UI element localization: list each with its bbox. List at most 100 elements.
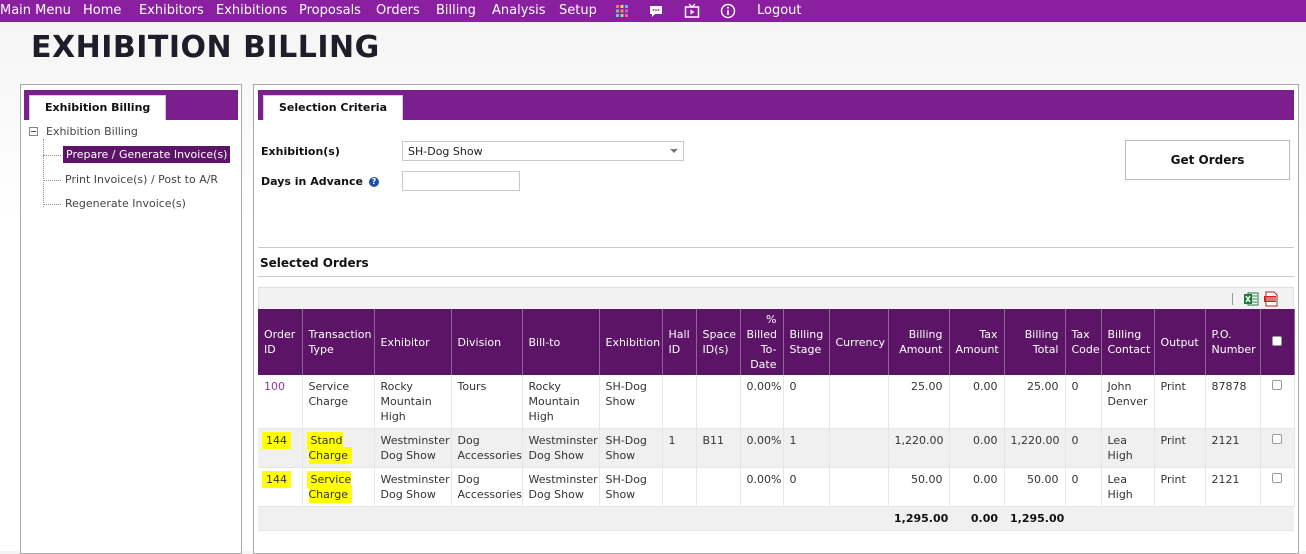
cell-order-id[interactable]: 144 xyxy=(258,467,303,507)
cell-billing-stage: 0 xyxy=(783,467,830,507)
cell-billing-stage: 0 xyxy=(783,375,830,429)
cell-hall-id xyxy=(662,375,697,429)
col-tax-code[interactable]: Tax Code xyxy=(1065,309,1102,375)
cell-output: Print xyxy=(1154,467,1206,507)
col-output[interactable]: Output xyxy=(1154,309,1206,375)
cell-division: Dog Accessories xyxy=(451,428,523,468)
col-billed-to-date[interactable]: % Billed To-Date xyxy=(740,309,784,375)
total-tax-amount: 0.00 xyxy=(949,506,1004,531)
chevron-down-icon xyxy=(670,149,678,153)
cell-select[interactable] xyxy=(1260,428,1295,468)
col-transaction-type[interactable]: Transaction Type xyxy=(302,309,375,375)
cell-output: Print xyxy=(1154,375,1206,429)
export-pdf-icon[interactable] xyxy=(1263,291,1279,307)
cell-select[interactable] xyxy=(1260,467,1295,507)
order-id-highlighted[interactable]: 144 xyxy=(264,434,289,447)
cell-currency xyxy=(829,467,889,507)
tree-item-prepare-generate[interactable]: Prepare / Generate Invoice(s) xyxy=(42,146,231,163)
cell-currency xyxy=(829,428,889,468)
row-checkbox[interactable] xyxy=(1272,473,1282,483)
row-checkbox[interactable] xyxy=(1272,380,1282,390)
col-division[interactable]: Division xyxy=(451,309,523,375)
cell-exhibition: SH-Dog Show xyxy=(599,428,663,468)
video-tutorial-icon[interactable] xyxy=(684,3,700,19)
cell-po-number: 87878 xyxy=(1205,375,1261,429)
tree-root-label: Exhibition Billing xyxy=(46,125,138,138)
exhibition-select-value: SH-Dog Show xyxy=(408,145,483,158)
cell-transaction-type: Service Charge xyxy=(302,375,375,429)
cell-po-number: 2121 xyxy=(1205,428,1261,468)
export-excel-icon[interactable] xyxy=(1243,291,1259,307)
apps-grid-icon[interactable] xyxy=(614,3,630,19)
grid-header-row: Order ID Transaction Type Exhibitor Divi… xyxy=(258,309,1295,375)
total-billing-total: 1,295.00 xyxy=(1004,506,1065,531)
tree-item-regenerate[interactable]: Regenerate Invoice(s) xyxy=(43,197,186,210)
menu-home[interactable]: Home xyxy=(83,3,121,18)
col-tax-amount[interactable]: Tax Amount xyxy=(949,309,1005,375)
menu-exhibitors[interactable]: Exhibitors xyxy=(139,3,204,18)
col-currency[interactable]: Currency xyxy=(829,309,889,375)
cell-billing-amount: 25.00 xyxy=(888,375,950,429)
cell-select[interactable] xyxy=(1260,375,1295,429)
order-id-link[interactable]: 100 xyxy=(264,380,285,393)
tab-exhibition-billing[interactable]: Exhibition Billing xyxy=(29,95,167,120)
menu-logout[interactable]: Logout xyxy=(757,3,802,18)
menu-analysis[interactable]: Analysis xyxy=(492,3,546,18)
get-orders-button[interactable]: Get Orders xyxy=(1125,140,1290,180)
menu-billing[interactable]: Billing xyxy=(436,3,476,18)
cell-exhibitor: Westminster Dog Show xyxy=(374,467,452,507)
exhibition-select[interactable]: SH-Dog Show xyxy=(402,141,684,161)
menu-orders[interactable]: Orders xyxy=(376,3,420,18)
col-po-number[interactable]: P.O. Number xyxy=(1205,309,1261,375)
col-select-all[interactable] xyxy=(1260,309,1295,375)
table-row[interactable]: 144 Service Charge Westminster Dog Show … xyxy=(258,467,1295,507)
help-icon[interactable]: ? xyxy=(369,177,379,187)
tab-selection-criteria[interactable]: Selection Criteria xyxy=(263,95,403,120)
col-space-ids[interactable]: Space ID(s) xyxy=(696,309,741,375)
cell-billed-to-date: 0.00% xyxy=(740,375,784,429)
cell-billed-to-date: 0.00% xyxy=(740,428,784,468)
cell-space-ids xyxy=(696,375,741,429)
transaction-type-highlighted: Service Charge xyxy=(308,473,352,501)
table-row[interactable]: 144 Stand Charge Westminster Dog Show Do… xyxy=(258,428,1295,468)
days-in-advance-input[interactable] xyxy=(402,171,520,191)
right-tab-bar: Selection Criteria xyxy=(258,90,1294,120)
cell-order-id[interactable]: 144 xyxy=(258,428,303,468)
tree-root[interactable]: Exhibition Billing xyxy=(29,125,138,138)
top-menu-bar: Main Menu Home Exhibitors Exhibitions Pr… xyxy=(0,0,1306,22)
table-row[interactable]: 100 Service Charge Rocky Mountain High T… xyxy=(258,375,1295,429)
menu-setup[interactable]: Setup xyxy=(559,3,597,18)
cell-tax-amount: 0.00 xyxy=(949,375,1005,429)
col-exhibitor[interactable]: Exhibitor xyxy=(374,309,452,375)
cell-billing-contact: Lea High xyxy=(1101,428,1155,468)
grid-toolbar xyxy=(258,287,1294,309)
totals-spacer xyxy=(1065,506,1294,531)
cell-exhibition: SH-Dog Show xyxy=(599,467,663,507)
col-bill-to[interactable]: Bill-to xyxy=(522,309,600,375)
order-id-highlighted[interactable]: 144 xyxy=(264,473,289,486)
select-all-checkbox[interactable] xyxy=(1272,335,1282,346)
col-billing-amount[interactable]: Billing Amount xyxy=(888,309,950,375)
menu-proposals[interactable]: Proposals xyxy=(299,3,361,18)
row-checkbox[interactable] xyxy=(1272,434,1282,444)
col-exhibition[interactable]: Exhibition xyxy=(599,309,663,375)
cell-billing-contact: Lea High xyxy=(1101,467,1155,507)
tree-item-print-post[interactable]: Print Invoice(s) / Post to A/R xyxy=(42,173,218,186)
left-tab-bar: Exhibition Billing xyxy=(24,90,238,120)
col-order-id[interactable]: Order ID xyxy=(258,309,303,375)
collapse-toggle-icon[interactable] xyxy=(29,127,38,136)
cell-billing-total: 25.00 xyxy=(1004,375,1066,429)
menu-main-menu[interactable]: Main Menu xyxy=(0,3,71,18)
col-billing-contact[interactable]: Billing Contact xyxy=(1101,309,1155,375)
info-icon[interactable] xyxy=(720,3,736,19)
cell-order-id[interactable]: 100 xyxy=(258,375,303,429)
cell-transaction-type: Stand Charge xyxy=(302,428,375,468)
chat-icon[interactable] xyxy=(648,3,664,19)
col-billing-stage[interactable]: Billing Stage xyxy=(783,309,830,375)
col-billing-total[interactable]: Billing Total xyxy=(1004,309,1066,375)
col-hall-id[interactable]: Hall ID xyxy=(662,309,697,375)
cell-tax-amount: 0.00 xyxy=(949,467,1005,507)
menu-exhibitions[interactable]: Exhibitions xyxy=(216,3,287,18)
cell-bill-to: Westminster Dog Show xyxy=(522,428,600,468)
cell-billing-total: 50.00 xyxy=(1004,467,1066,507)
